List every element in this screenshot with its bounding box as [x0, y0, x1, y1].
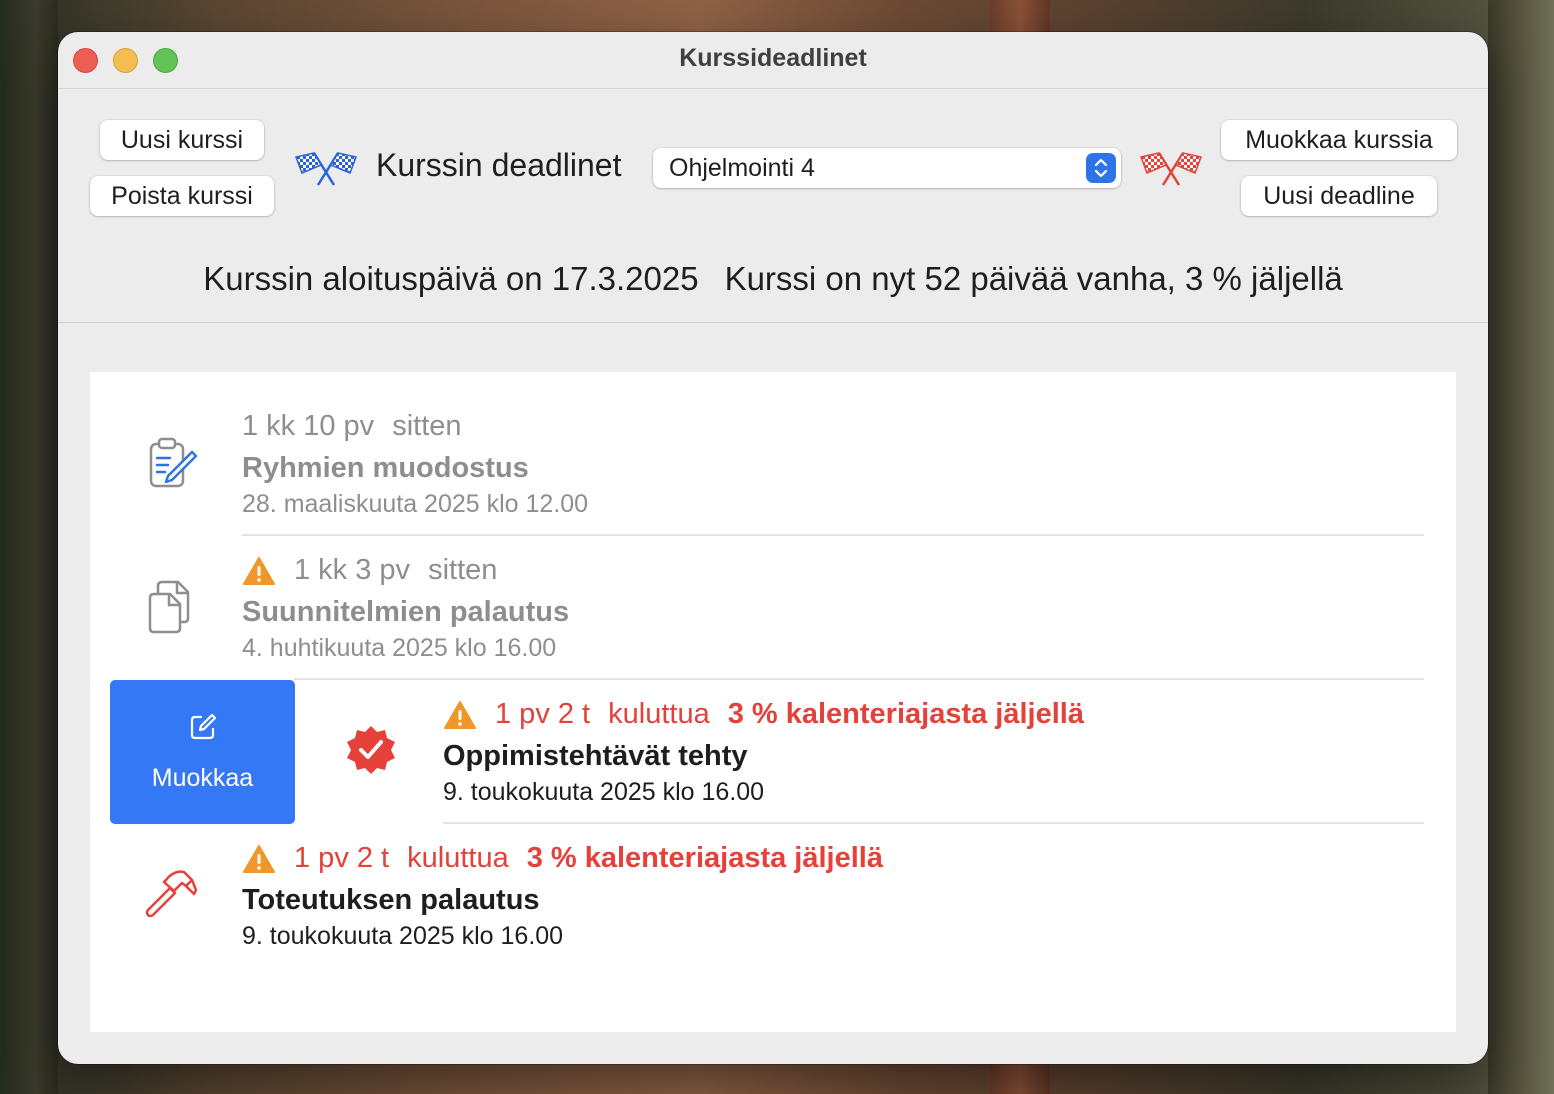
background-tree — [0, 0, 58, 1094]
deadline-date: 9. toukokuuta 2025 klo 16.00 — [242, 922, 564, 950]
new-deadline-button[interactable]: Uusi deadline — [1241, 176, 1437, 216]
warning-icon — [444, 700, 476, 729]
deadline-relative-time: 1 kk 10 pv sitten — [242, 410, 462, 442]
app-window: Kurssideadlinet Uusi kurssi Poista kurss… — [58, 32, 1488, 1064]
deadline-row[interactable]: 1 kk 10 pv sitten Ryhmien muodostus 28. m… — [90, 392, 1456, 536]
deadline-title: Toteutuksen palautus — [242, 884, 540, 916]
deadline-date: 28. maaliskuuta 2025 klo 12.00 — [242, 490, 589, 518]
new-course-button[interactable]: Uusi kurssi — [100, 120, 264, 160]
window-title: Kurssideadlinet — [679, 44, 867, 72]
deadline-row[interactable]: 1 pv 2 t kuluttua 3 % kalenteriajasta jälj… — [90, 824, 1456, 968]
remaining-time-text: 3 % kalenteriajasta jäljellä — [526, 842, 883, 874]
checkmark-seal-icon — [347, 726, 395, 774]
deadline-title: Oppimistehtävät tehty — [443, 740, 748, 772]
page-title: Kurssin deadlinet — [376, 147, 622, 183]
divider — [58, 322, 1488, 323]
documents-icon — [148, 580, 190, 634]
deadline-date: 4. huhtikuuta 2025 klo 16.00 — [242, 634, 557, 662]
delete-course-button[interactable]: Poista kurssi — [90, 176, 274, 216]
warning-icon — [243, 844, 275, 873]
checkered-flags-icon — [1139, 152, 1203, 186]
edit-course-button[interactable]: Muokkaa kurssia — [1221, 120, 1457, 160]
deadline-list[interactable]: 1 kk 10 pv sitten Ryhmien muodostus 28. m… — [90, 372, 1456, 1032]
deadline-title: Suunnitelmien palautus — [242, 596, 570, 628]
course-select[interactable]: Ohjelmointi 4 — [653, 148, 1121, 188]
course-start-text: Kurssin aloituspäivä on 17.3.2025 — [203, 260, 699, 297]
clipboard-edit-icon — [149, 437, 198, 488]
hammer-icon — [145, 870, 198, 918]
chevron-up-down-icon — [1086, 153, 1116, 183]
checkered-flags-icon — [294, 152, 358, 186]
remaining-time-text: 3 % kalenteriajasta jäljellä — [727, 698, 1084, 730]
course-info: Kurssin aloituspäivä on 17.3.2025 Kurssi … — [58, 260, 1488, 298]
background-tree — [1488, 0, 1554, 1094]
deadline-relative-time: 1 pv 2 t kuluttua 3 % kalenteriajasta jälj… — [443, 698, 1084, 731]
deadline-relative-time: 1 pv 2 t kuluttua 3 % kalenteriajasta jälj… — [242, 842, 883, 875]
deadline-row[interactable]: 1 pv 2 t kuluttua 3 % kalenteriajasta jälj… — [90, 680, 1456, 824]
course-select-value: Ohjelmointi 4 — [669, 154, 815, 182]
title-bar: Kurssideadlinet — [58, 32, 1488, 89]
course-age-text: Kurssi on nyt 52 päivää vanha, 3 % jälje… — [724, 260, 1343, 297]
deadline-title: Ryhmien muodostus — [242, 452, 529, 484]
deadline-date: 9. toukokuuta 2025 klo 16.00 — [443, 778, 765, 806]
deadline-row[interactable]: 1 kk 3 pv sitten Suunnitelmien palautus 4… — [90, 536, 1456, 680]
deadline-relative-time: 1 kk 3 pv sitten — [242, 554, 497, 587]
warning-icon — [243, 556, 275, 585]
